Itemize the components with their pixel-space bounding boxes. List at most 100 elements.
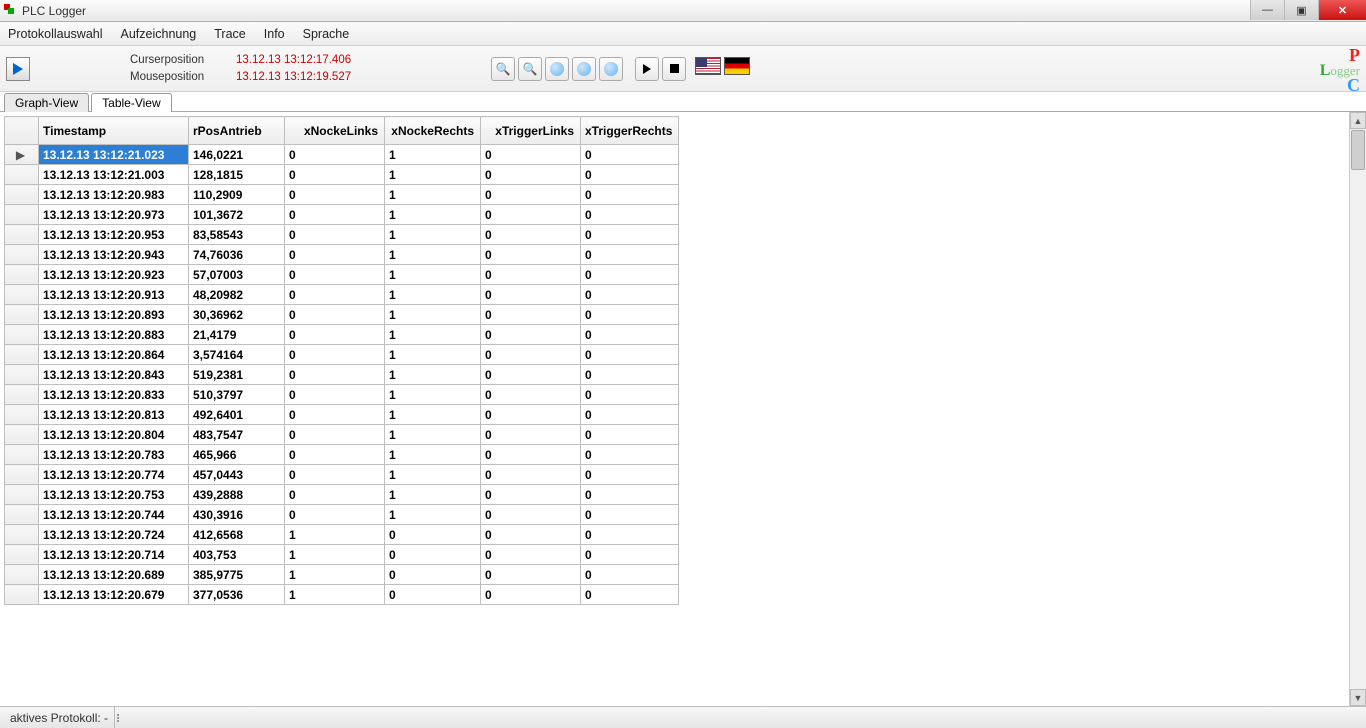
table-cell[interactable]: 13.12.13 13:12:20.883: [39, 325, 189, 345]
table-cell[interactable]: 13.12.13 13:12:20.893: [39, 305, 189, 325]
table-cell[interactable]: 0: [481, 325, 581, 345]
table-cell[interactable]: 0: [481, 285, 581, 305]
row-selector-cell[interactable]: [5, 525, 39, 545]
table-cell[interactable]: 13.12.13 13:12:20.843: [39, 365, 189, 385]
table-cell[interactable]: 1: [385, 265, 481, 285]
minimize-button[interactable]: —: [1250, 0, 1284, 20]
row-selector-cell[interactable]: [5, 465, 39, 485]
table-cell[interactable]: 0: [481, 205, 581, 225]
table-cell[interactable]: 1: [385, 405, 481, 425]
table-row[interactable]: ▶13.12.13 13:12:21.023146,02210100: [5, 145, 679, 165]
table-cell[interactable]: 1: [385, 165, 481, 185]
table-row[interactable]: 13.12.13 13:12:20.804483,75470100: [5, 425, 679, 445]
table-row[interactable]: 13.12.13 13:12:20.774457,04430100: [5, 465, 679, 485]
table-row[interactable]: 13.12.13 13:12:20.783465,9660100: [5, 445, 679, 465]
table-cell[interactable]: 1: [385, 245, 481, 265]
table-cell[interactable]: 0: [285, 245, 385, 265]
table-cell[interactable]: 13.12.13 13:12:20.983: [39, 185, 189, 205]
table-row[interactable]: 13.12.13 13:12:20.88321,41790100: [5, 325, 679, 345]
record-play-button[interactable]: [6, 57, 30, 81]
table-cell[interactable]: 0: [581, 445, 679, 465]
table-cell[interactable]: 0: [581, 245, 679, 265]
table-cell[interactable]: 0: [285, 365, 385, 385]
table-cell[interactable]: 1: [385, 505, 481, 525]
table-cell[interactable]: 13.12.13 13:12:20.804: [39, 425, 189, 445]
table-cell[interactable]: 0: [581, 485, 679, 505]
table-row[interactable]: 13.12.13 13:12:20.744430,39160100: [5, 505, 679, 525]
table-cell[interactable]: 21,4179: [189, 325, 285, 345]
table-cell[interactable]: 13.12.13 13:12:20.953: [39, 225, 189, 245]
column-header[interactable]: xTriggerRechts: [581, 117, 679, 145]
scroll-thumb[interactable]: [1351, 130, 1365, 170]
table-cell[interactable]: 0: [481, 465, 581, 485]
table-row[interactable]: 13.12.13 13:12:20.689385,97751000: [5, 565, 679, 585]
table-cell[interactable]: 13.12.13 13:12:20.714: [39, 545, 189, 565]
table-cell[interactable]: 13.12.13 13:12:20.973: [39, 205, 189, 225]
table-cell[interactable]: 439,2888: [189, 485, 285, 505]
table-cell[interactable]: 457,0443: [189, 465, 285, 485]
table-cell[interactable]: 0: [481, 485, 581, 505]
table-cell[interactable]: 1: [385, 205, 481, 225]
globe-button-1[interactable]: [545, 57, 569, 81]
table-cell[interactable]: 0: [285, 505, 385, 525]
table-cell[interactable]: 110,2909: [189, 185, 285, 205]
table-cell[interactable]: 74,76036: [189, 245, 285, 265]
table-cell[interactable]: 412,6568: [189, 525, 285, 545]
table-row[interactable]: 13.12.13 13:12:20.714403,7531000: [5, 545, 679, 565]
table-row[interactable]: 13.12.13 13:12:20.91348,209820100: [5, 285, 679, 305]
table-cell[interactable]: 0: [285, 185, 385, 205]
table-row[interactable]: 13.12.13 13:12:20.753439,28880100: [5, 485, 679, 505]
table-cell[interactable]: 0: [581, 405, 679, 425]
table-row[interactable]: 13.12.13 13:12:20.973101,36720100: [5, 205, 679, 225]
table-cell[interactable]: 0: [481, 225, 581, 245]
table-row[interactable]: 13.12.13 13:12:20.813492,64010100: [5, 405, 679, 425]
row-selector-cell[interactable]: [5, 305, 39, 325]
table-cell[interactable]: 0: [581, 285, 679, 305]
language-de-button[interactable]: [724, 57, 750, 75]
globe-button-2[interactable]: [572, 57, 596, 81]
row-selector-cell[interactable]: [5, 565, 39, 585]
table-cell[interactable]: 13.12.13 13:12:20.689: [39, 565, 189, 585]
table-cell[interactable]: 0: [481, 305, 581, 325]
row-selector-cell[interactable]: [5, 165, 39, 185]
menu-aufzeichnung[interactable]: Aufzeichnung: [121, 27, 197, 41]
table-cell[interactable]: 13.12.13 13:12:20.774: [39, 465, 189, 485]
table-cell[interactable]: 483,7547: [189, 425, 285, 445]
table-cell[interactable]: 0: [285, 285, 385, 305]
table-cell[interactable]: 0: [581, 205, 679, 225]
table-cell[interactable]: 0: [385, 565, 481, 585]
table-cell[interactable]: 510,3797: [189, 385, 285, 405]
table-cell[interactable]: 430,3916: [189, 505, 285, 525]
table-cell[interactable]: 0: [481, 385, 581, 405]
table-row[interactable]: 13.12.13 13:12:20.679377,05361000: [5, 585, 679, 605]
table-row[interactable]: 13.12.13 13:12:21.003128,18150100: [5, 165, 679, 185]
table-cell[interactable]: 385,9775: [189, 565, 285, 585]
table-row[interactable]: 13.12.13 13:12:20.95383,585430100: [5, 225, 679, 245]
table-cell[interactable]: 13.12.13 13:12:20.724: [39, 525, 189, 545]
table-cell[interactable]: 0: [581, 425, 679, 445]
table-cell[interactable]: 13.12.13 13:12:20.679: [39, 585, 189, 605]
table-cell[interactable]: 403,753: [189, 545, 285, 565]
table-cell[interactable]: 0: [285, 145, 385, 165]
column-header[interactable]: xNockeRechts: [385, 117, 481, 145]
globe-button-3[interactable]: [599, 57, 623, 81]
tab-graph-view[interactable]: Graph-View: [4, 93, 89, 112]
column-header[interactable]: Timestamp: [39, 117, 189, 145]
table-cell[interactable]: 519,2381: [189, 365, 285, 385]
table-cell[interactable]: 0: [285, 385, 385, 405]
table-cell[interactable]: 0: [285, 225, 385, 245]
table-cell[interactable]: 0: [581, 145, 679, 165]
table-cell[interactable]: 0: [481, 545, 581, 565]
table-cell[interactable]: 1: [385, 325, 481, 345]
table-cell[interactable]: 57,07003: [189, 265, 285, 285]
menu-trace[interactable]: Trace: [214, 27, 246, 41]
table-cell[interactable]: 13.12.13 13:12:20.913: [39, 285, 189, 305]
menu-sprache[interactable]: Sprache: [303, 27, 350, 41]
table-row[interactable]: 13.12.13 13:12:20.89330,369620100: [5, 305, 679, 325]
language-en-button[interactable]: [695, 57, 721, 75]
table-cell[interactable]: 0: [581, 505, 679, 525]
row-selector-cell[interactable]: [5, 225, 39, 245]
table-row[interactable]: 13.12.13 13:12:20.94374,760360100: [5, 245, 679, 265]
table-cell[interactable]: 1: [385, 385, 481, 405]
table-cell[interactable]: 0: [285, 345, 385, 365]
